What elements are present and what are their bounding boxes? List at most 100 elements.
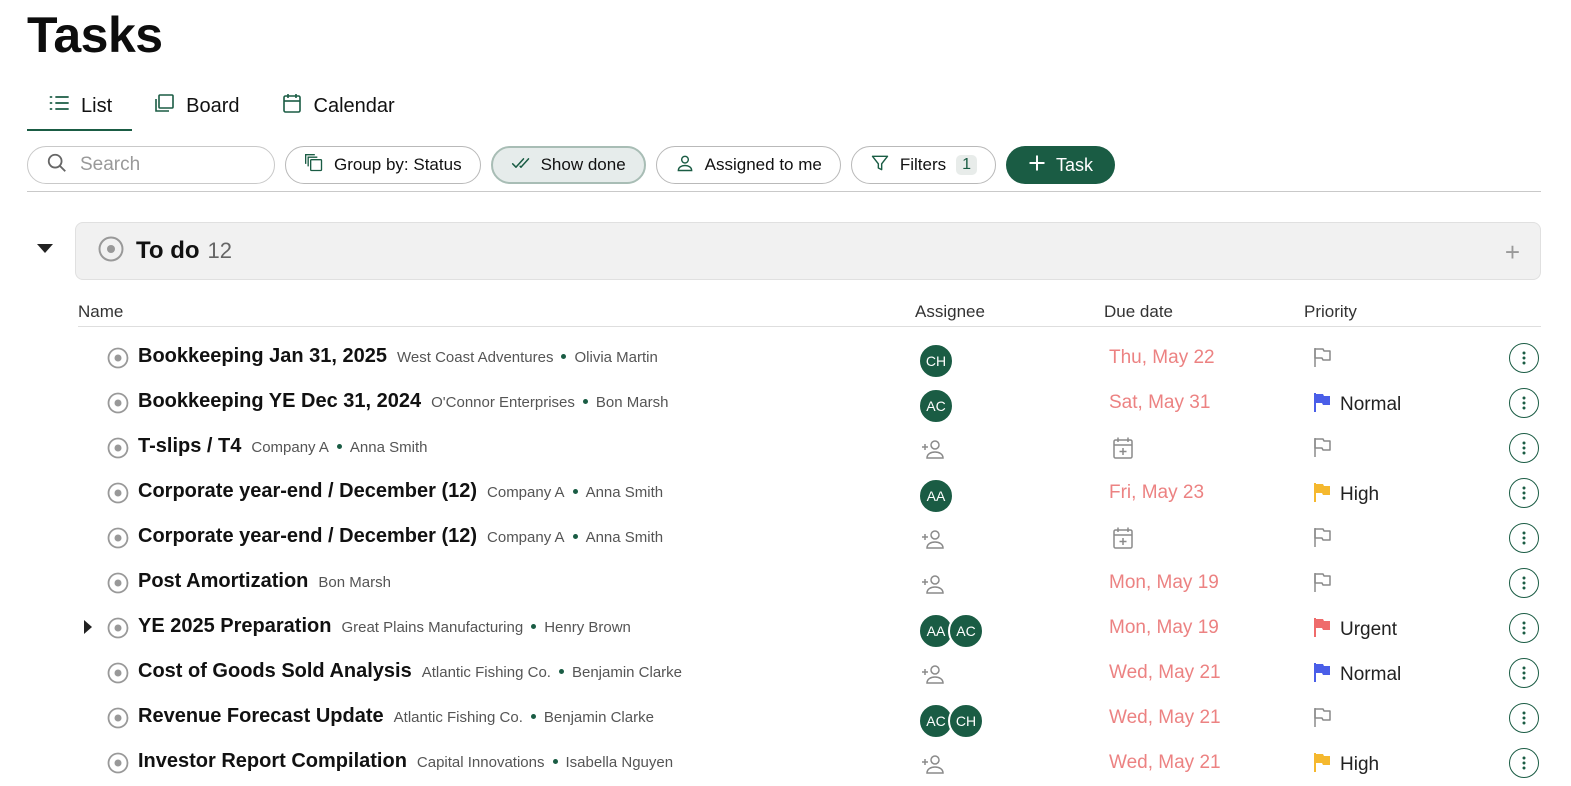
assignee-avatars[interactable]: CH xyxy=(918,343,954,379)
task-name[interactable]: YE 2025 Preparation xyxy=(138,615,331,638)
task-name[interactable]: Bookkeeping YE Dec 31, 2024 xyxy=(138,390,421,413)
priority-cell[interactable]: Normal xyxy=(1312,661,1401,689)
more-options-button[interactable] xyxy=(1509,388,1539,418)
table-row[interactable]: Bookkeeping Jan 31, 2025 West Coast Adven… xyxy=(78,336,1541,381)
show-done-button[interactable]: Show done xyxy=(490,146,646,184)
status-todo-icon[interactable] xyxy=(107,662,129,689)
priority-cell[interactable] xyxy=(1312,706,1332,734)
add-assignee-icon[interactable] xyxy=(920,753,946,780)
task-name[interactable]: Corporate year-end / December (12) xyxy=(138,525,477,548)
task-name-cell[interactable]: Corporate year-end / December (12) Compan… xyxy=(138,480,663,503)
more-options-button[interactable] xyxy=(1509,613,1539,643)
priority-cell[interactable] xyxy=(1312,526,1332,554)
search-input[interactable] xyxy=(78,153,262,177)
add-assignee-icon[interactable] xyxy=(920,573,946,600)
status-todo-icon[interactable] xyxy=(107,572,129,599)
task-name[interactable]: Bookkeeping Jan 31, 2025 xyxy=(138,345,387,368)
status-todo-icon[interactable] xyxy=(107,347,129,374)
avatar[interactable]: AA xyxy=(918,478,954,514)
task-name-cell[interactable]: Post Amortization Bon Marsh xyxy=(138,570,391,593)
status-todo-icon[interactable] xyxy=(107,437,129,464)
status-todo-icon[interactable] xyxy=(107,482,129,509)
due-date[interactable]: Mon, May 19 xyxy=(1109,617,1219,639)
due-date[interactable]: Sat, May 31 xyxy=(1109,392,1210,414)
table-row[interactable]: YE 2025 Preparation Great Plains Manufact… xyxy=(78,606,1541,651)
avatar[interactable]: AC xyxy=(948,613,984,649)
add-assignee-icon[interactable] xyxy=(920,528,946,555)
assignee-avatars[interactable]: AA xyxy=(918,478,954,514)
task-name[interactable]: T-slips / T4 xyxy=(138,435,241,458)
priority-cell[interactable] xyxy=(1312,571,1332,599)
collapse-group-toggle[interactable] xyxy=(37,244,53,253)
more-options-button[interactable] xyxy=(1509,658,1539,688)
task-name-cell[interactable]: Corporate year-end / December (12) Compan… xyxy=(138,525,663,548)
task-name-cell[interactable]: Cost of Goods Sold Analysis Atlantic Fish… xyxy=(138,660,682,683)
status-todo-icon[interactable] xyxy=(107,392,129,419)
table-row[interactable]: Investor Report Compilation Capital Innov… xyxy=(78,741,1541,786)
priority-cell[interactable]: Normal xyxy=(1312,391,1401,419)
more-options-button[interactable] xyxy=(1509,703,1539,733)
avatar[interactable]: CH xyxy=(918,343,954,379)
expand-subtasks-toggle[interactable] xyxy=(84,620,92,634)
due-date[interactable]: Wed, May 21 xyxy=(1109,662,1221,684)
due-date[interactable]: Mon, May 19 xyxy=(1109,572,1219,594)
priority-cell[interactable] xyxy=(1312,436,1332,464)
status-todo-icon[interactable] xyxy=(107,707,129,734)
search-box[interactable] xyxy=(27,146,275,184)
task-name-cell[interactable]: Revenue Forecast Update Atlantic Fishing … xyxy=(138,705,654,728)
more-options-button[interactable] xyxy=(1509,478,1539,508)
tab-calendar[interactable]: Calendar xyxy=(260,82,415,130)
status-todo-icon[interactable] xyxy=(107,617,129,644)
assignee-avatars[interactable]: AC xyxy=(918,388,954,424)
table-row[interactable]: Post Amortization Bon Marsh Mon, May 19 xyxy=(78,561,1541,606)
group-header-todo[interactable]: To do 12 + xyxy=(75,222,1541,280)
avatar[interactable]: AC xyxy=(918,388,954,424)
table-row[interactable]: Revenue Forecast Update Atlantic Fishing … xyxy=(78,696,1541,741)
priority-cell[interactable] xyxy=(1312,346,1332,374)
table-row[interactable]: T-slips / T4 Company A Anna Smith xyxy=(78,426,1541,471)
due-date[interactable]: Wed, May 21 xyxy=(1109,752,1221,774)
add-due-date-icon[interactable] xyxy=(1112,526,1134,555)
more-options-button[interactable] xyxy=(1509,748,1539,778)
status-todo-icon[interactable] xyxy=(107,527,129,554)
priority-cell[interactable]: Urgent xyxy=(1312,616,1397,644)
add-assignee-icon[interactable] xyxy=(920,663,946,690)
tab-board[interactable]: Board xyxy=(132,82,259,130)
task-name-cell[interactable]: Bookkeeping YE Dec 31, 2024 O'Connor Ente… xyxy=(138,390,668,413)
column-priority[interactable]: Priority xyxy=(1304,302,1357,322)
task-name-cell[interactable]: T-slips / T4 Company A Anna Smith xyxy=(138,435,427,458)
table-row[interactable]: Corporate year-end / December (12) Compan… xyxy=(78,471,1541,516)
table-row[interactable]: Cost of Goods Sold Analysis Atlantic Fish… xyxy=(78,651,1541,696)
assigned-to-me-button[interactable]: Assigned to me xyxy=(655,146,841,184)
task-name-cell[interactable]: Bookkeeping Jan 31, 2025 West Coast Adven… xyxy=(138,345,658,368)
add-to-group-button[interactable]: + xyxy=(1505,237,1520,268)
due-date[interactable]: Wed, May 21 xyxy=(1109,707,1221,729)
table-row[interactable]: Corporate year-end / December (12) Compan… xyxy=(78,516,1541,561)
more-options-button[interactable] xyxy=(1509,523,1539,553)
priority-cell[interactable]: High xyxy=(1312,751,1379,779)
avatar[interactable]: CH xyxy=(948,703,984,739)
filters-button[interactable]: Filters 1 xyxy=(850,146,997,184)
assignee-avatars[interactable]: AC CH xyxy=(918,703,984,739)
add-assignee-icon[interactable] xyxy=(920,438,946,465)
task-name[interactable]: Corporate year-end / December (12) xyxy=(138,480,477,503)
tab-list[interactable]: List xyxy=(27,82,133,131)
task-name[interactable]: Investor Report Compilation xyxy=(138,750,407,773)
column-assignee[interactable]: Assignee xyxy=(915,302,985,322)
task-name-cell[interactable]: YE 2025 Preparation Great Plains Manufact… xyxy=(138,615,631,638)
table-row[interactable]: Bookkeeping YE Dec 31, 2024 O'Connor Ente… xyxy=(78,381,1541,426)
more-options-button[interactable] xyxy=(1509,568,1539,598)
task-name-cell[interactable]: Investor Report Compilation Capital Innov… xyxy=(138,750,673,773)
due-date[interactable]: Thu, May 22 xyxy=(1109,347,1215,369)
add-task-button[interactable]: Task xyxy=(1006,146,1116,184)
due-date[interactable]: Fri, May 23 xyxy=(1109,482,1204,504)
more-options-button[interactable] xyxy=(1509,433,1539,463)
group-by-button[interactable]: Group by: Status xyxy=(285,146,481,184)
status-todo-icon[interactable] xyxy=(107,752,129,779)
column-due-date[interactable]: Due date xyxy=(1104,302,1173,322)
priority-cell[interactable]: High xyxy=(1312,481,1379,509)
task-name[interactable]: Cost of Goods Sold Analysis xyxy=(138,660,412,683)
task-name[interactable]: Post Amortization xyxy=(138,570,308,593)
assignee-avatars[interactable]: AA AC xyxy=(918,613,984,649)
task-name[interactable]: Revenue Forecast Update xyxy=(138,705,384,728)
